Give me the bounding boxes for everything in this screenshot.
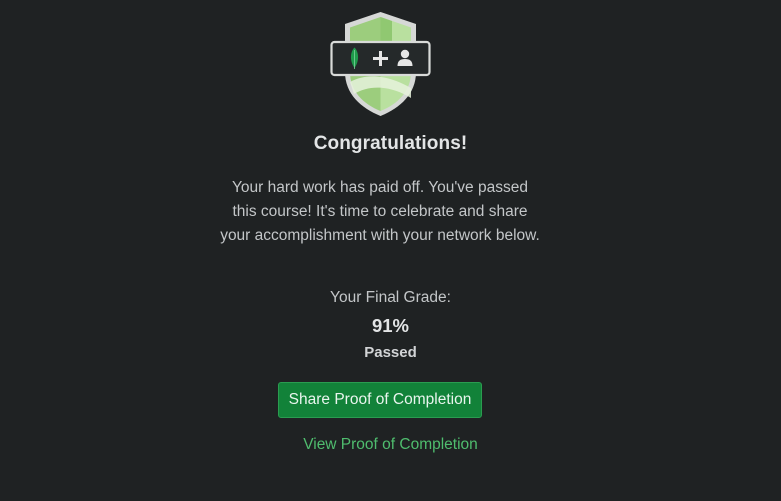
view-proof-label[interactable]: View Proof of Completion	[303, 436, 478, 453]
view-proof-link[interactable]: View Proof of Completion	[0, 436, 781, 454]
shield-band-2	[380, 17, 392, 42]
final-grade-label: Your Final Grade:	[330, 289, 451, 306]
grade-status: Passed	[364, 344, 417, 361]
congrats-message: Your hard work has paid off. You've pass…	[220, 179, 540, 244]
share-proof-button[interactable]: Share Proof of Completion	[278, 382, 482, 418]
course-badge	[330, 12, 431, 116]
final-grade-value: 91%	[371, 315, 410, 336]
congrats-title: Congratulations!	[313, 133, 468, 154]
completion-panel: Congratulations! Your hard work has paid…	[0, 0, 781, 501]
